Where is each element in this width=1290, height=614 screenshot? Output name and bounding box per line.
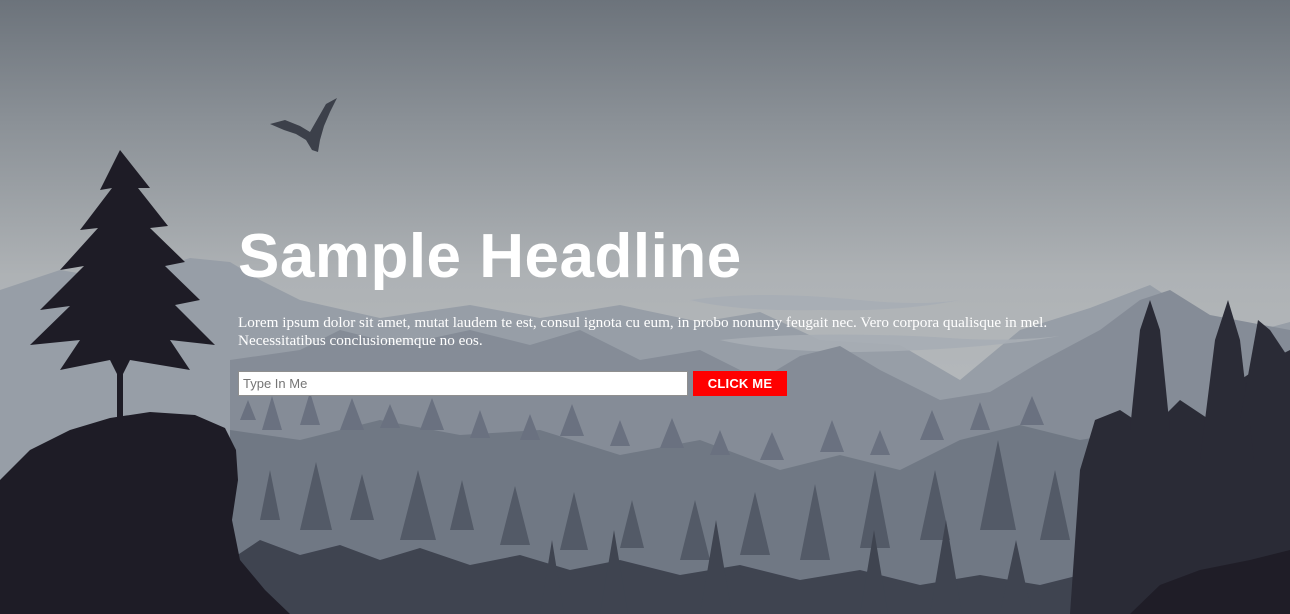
- hero-section: Sample Headline Lorem ipsum dolor sit am…: [238, 222, 1058, 396]
- input-row: CLICK ME: [238, 371, 1058, 396]
- click-me-button[interactable]: CLICK ME: [693, 371, 787, 396]
- text-input[interactable]: [238, 371, 688, 396]
- hero-description: Lorem ipsum dolor sit amet, mutat laudem…: [238, 314, 1048, 349]
- headline: Sample Headline: [238, 222, 742, 291]
